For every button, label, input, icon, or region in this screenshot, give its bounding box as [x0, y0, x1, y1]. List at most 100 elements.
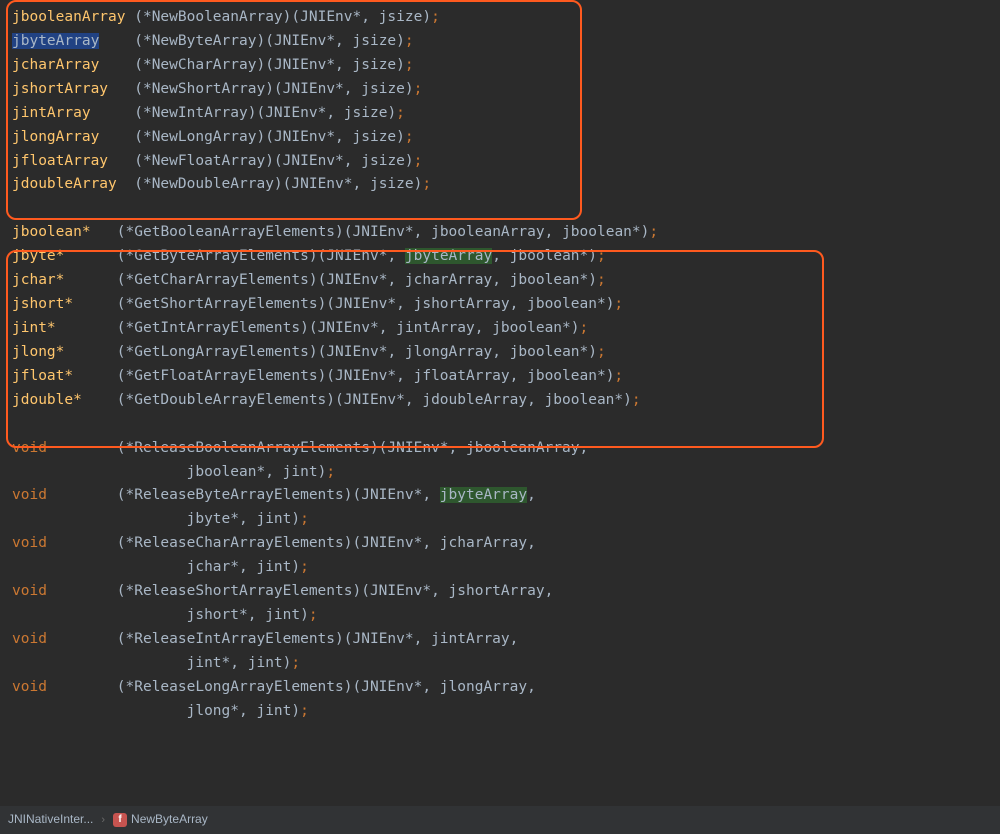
function-name: GetByteArrayElements [134, 248, 309, 264]
code-editor[interactable]: jbooleanArray (*NewBooleanArray)(JNIEnv*… [0, 0, 1000, 724]
return-type: jdoubleArray [12, 176, 117, 192]
breadcrumb-member[interactable]: f NewByteArray [113, 810, 208, 830]
param-type: JNIEnv* [300, 9, 361, 25]
void-keyword: void [12, 440, 47, 456]
param-type: JNIEnv* [291, 176, 352, 192]
function-name: GetCharArrayElements [134, 272, 309, 288]
code-line: jshort*, jint); [12, 604, 988, 628]
code-line: jdoubleArray (*NewDoubleArray)(JNIEnv*, … [12, 173, 988, 197]
param-type: jlongArray [405, 344, 492, 360]
return-type: jfloat* [12, 368, 73, 384]
function-name: GetShortArrayElements [134, 296, 317, 312]
return-type: jfloatArray [12, 153, 108, 169]
param-type: jlong* [187, 703, 239, 719]
code-line: jcharArray (*NewCharArray)(JNIEnv*, jsiz… [12, 54, 988, 78]
param-type: jsize [379, 9, 423, 25]
code-line: jbyteArray (*NewByteArray)(JNIEnv*, jsiz… [12, 30, 988, 54]
param-type: JNIEnv* [318, 320, 379, 336]
code-line: jfloatArray (*NewFloatArray)(JNIEnv*, js… [12, 150, 988, 174]
function-name: ReleaseByteArrayElements [134, 487, 344, 503]
return-type: jchar* [12, 272, 64, 288]
param-type: jintArray [431, 631, 510, 647]
param-type: JNIEnv* [283, 153, 344, 169]
param-type: jcharArray [440, 535, 527, 551]
param-type: JNIEnv* [361, 679, 422, 695]
return-type: jshort* [12, 296, 73, 312]
field-icon: f [113, 813, 127, 827]
param-type: jsize [353, 57, 397, 73]
code-line: jlongArray (*NewLongArray)(JNIEnv*, jsiz… [12, 126, 988, 150]
param-type: jsize [361, 153, 405, 169]
void-keyword: void [12, 679, 47, 695]
code-line: void (*ReleaseCharArrayElements)(JNIEnv*… [12, 532, 988, 556]
code-line: jshort* (*GetShortArrayElements)(JNIEnv*… [12, 293, 988, 317]
param-type: jboolean* [545, 392, 624, 408]
param-type: jfloatArray [414, 368, 510, 384]
param-type: jint [248, 655, 283, 671]
code-line: jintArray (*NewIntArray)(JNIEnv*, jsize)… [12, 102, 988, 126]
function-name: ReleaseIntArrayElements [134, 631, 335, 647]
function-name: GetIntArrayElements [134, 320, 300, 336]
param-type: JNIEnv* [353, 224, 414, 240]
function-name: GetLongArrayElements [134, 344, 309, 360]
code-line: void (*ReleaseIntArrayElements)(JNIEnv*,… [12, 628, 988, 652]
param-type: jboolean* [510, 272, 589, 288]
return-type: jintArray [12, 105, 91, 121]
void-keyword: void [12, 487, 47, 503]
param-type: jint [256, 511, 291, 527]
function-name: GetBooleanArrayElements [134, 224, 335, 240]
function-name: NewLongArray [152, 129, 257, 145]
code-line: void (*ReleaseShortArrayElements)(JNIEnv… [12, 580, 988, 604]
param-type: jboolean* [492, 320, 571, 336]
code-line: jbyte*, jint); [12, 508, 988, 532]
code-line: jboolean* (*GetBooleanArrayElements)(JNI… [12, 221, 988, 245]
void-keyword: void [12, 535, 47, 551]
function-name: NewByteArray [152, 33, 257, 49]
param-type: jint [283, 464, 318, 480]
param-type: JNIEnv* [335, 368, 396, 384]
void-keyword: void [12, 583, 47, 599]
function-name: NewShortArray [152, 81, 266, 97]
code-line: jchar* (*GetCharArrayElements)(JNIEnv*, … [12, 269, 988, 293]
breadcrumb: JNINativeInter... › f NewByteArray [0, 806, 1000, 834]
param-type: jlongArray [440, 679, 527, 695]
search-hit: jbyteArray [440, 487, 527, 503]
param-type: jboolean* [510, 344, 589, 360]
param-type: jchar* [187, 559, 239, 575]
breadcrumb-class[interactable]: JNINativeInter... [8, 810, 93, 830]
return-type: jlongArray [12, 129, 99, 145]
param-type: jboolean* [562, 224, 641, 240]
param-type: JNIEnv* [265, 105, 326, 121]
function-name: NewBooleanArray [152, 9, 283, 25]
code-line: jdouble* (*GetDoubleArrayElements)(JNIEn… [12, 389, 988, 413]
param-type: jboolean* [187, 464, 266, 480]
chevron-right-icon: › [101, 811, 105, 829]
param-type: JNIEnv* [326, 248, 387, 264]
code-line: jchar*, jint); [12, 556, 988, 580]
function-name: ReleaseShortArrayElements [134, 583, 352, 599]
param-type: jsize [361, 81, 405, 97]
code-line: jbooleanArray (*NewBooleanArray)(JNIEnv*… [12, 6, 988, 30]
param-type: jsize [344, 105, 388, 121]
param-type: jcharArray [405, 272, 492, 288]
param-type: jintArray [396, 320, 475, 336]
return-type: jcharArray [12, 57, 99, 73]
param-type: jint [256, 703, 291, 719]
param-type: jshortArray [414, 296, 510, 312]
code-line: jboolean*, jint); [12, 461, 988, 485]
param-type: JNIEnv* [335, 296, 396, 312]
function-name: NewFloatArray [152, 153, 266, 169]
param-type: jint* [187, 655, 231, 671]
param-type: JNIEnv* [370, 583, 431, 599]
param-type: JNIEnv* [274, 129, 335, 145]
return-type: jbyte* [12, 248, 64, 264]
search-hit: jbyteArray [405, 248, 492, 264]
param-type: JNIEnv* [361, 535, 422, 551]
param-type: JNIEnv* [274, 33, 335, 49]
param-type: jbooleanArray [466, 440, 580, 456]
param-type: jsize [370, 176, 414, 192]
param-type: JNIEnv* [326, 344, 387, 360]
param-type: jsize [353, 129, 397, 145]
function-name: NewIntArray [152, 105, 248, 121]
param-type: JNIEnv* [283, 81, 344, 97]
